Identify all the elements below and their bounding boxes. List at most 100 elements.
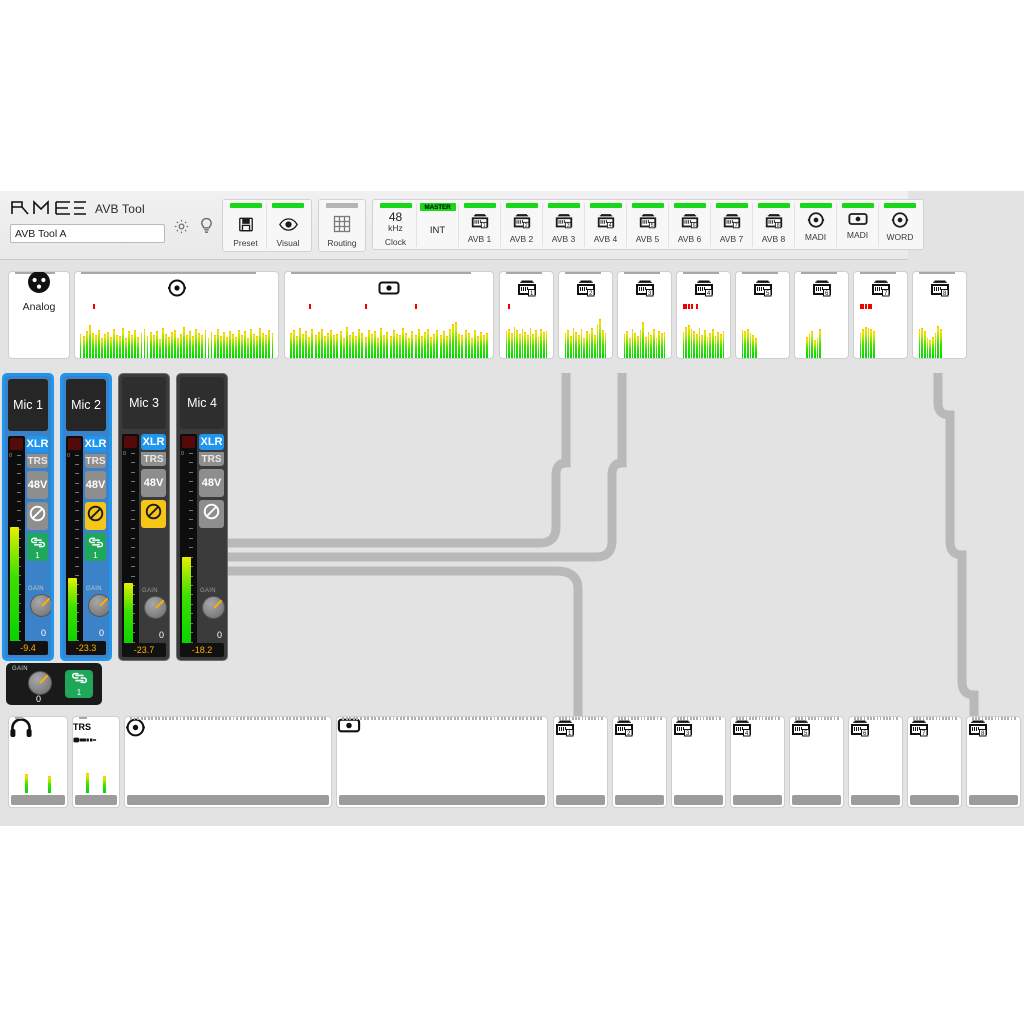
- meter-bar: [806, 337, 808, 358]
- port-avb-4[interactable]: 4 AVB 4: [585, 203, 627, 247]
- avb-5-output-panel[interactable]: 5: [789, 716, 844, 808]
- gain-knob[interactable]: [88, 594, 111, 617]
- meter-bar: [814, 340, 816, 358]
- mic-strip-2[interactable]: Mic 2 0 XLR TRS 48V: [60, 373, 112, 661]
- scale-tick: [131, 500, 135, 501]
- slot-marker: [916, 717, 918, 720]
- avb-6-output-panel[interactable]: 6: [848, 716, 903, 808]
- gain-knob[interactable]: [28, 671, 52, 695]
- avb-1-output-panel[interactable]: 1: [553, 716, 608, 808]
- port-word-clock[interactable]: WORD: [879, 203, 921, 247]
- phase-invert-button[interactable]: [85, 502, 106, 530]
- input-mode-toggle[interactable]: XLR TRS: [27, 436, 48, 468]
- visual-button[interactable]: Visual: [267, 203, 309, 249]
- preset-button[interactable]: Preset: [225, 203, 267, 249]
- scale-tick: [189, 472, 193, 473]
- phones-output-panel[interactable]: [8, 716, 68, 808]
- meter-bar: [452, 324, 454, 359]
- mic-level-meter: 0: [122, 434, 139, 657]
- mic-name-button[interactable]: Mic 1: [8, 379, 48, 431]
- gain-control[interactable]: GAIN 0: [141, 588, 166, 640]
- port-avb-6[interactable]: 6 AVB 6: [669, 203, 711, 247]
- port-label: AVB 8: [762, 234, 785, 244]
- avb-8-output-panel[interactable]: 8: [966, 716, 1021, 808]
- gain-control[interactable]: GAIN 0: [199, 588, 224, 640]
- port-avb-8[interactable]: 8 AVB 8: [753, 203, 795, 247]
- phantom-power-button[interactable]: 48V: [27, 471, 48, 499]
- settings-icon[interactable]: [171, 215, 191, 237]
- routing-led: [326, 203, 358, 208]
- routing-button[interactable]: Routing: [321, 203, 363, 249]
- meter-bar: [186, 335, 188, 358]
- avb-8-input-panel[interactable]: 8: [912, 271, 967, 359]
- port-madi-optical[interactable]: MADI: [837, 203, 879, 247]
- gain-knob[interactable]: [144, 596, 167, 619]
- mic-strip-4[interactable]: Mic 4 0 XLR TRS 48V: [176, 373, 228, 661]
- mic-name-button[interactable]: Mic 2: [66, 379, 106, 431]
- gain-knob[interactable]: [202, 596, 225, 619]
- mic-strip-1[interactable]: Mic 1 0 XLR TRS 48V: [2, 373, 54, 661]
- clock-source-cell[interactable]: MASTER INT: [417, 203, 459, 247]
- link-group-pod[interactable]: GAIN 0 1: [6, 663, 102, 705]
- port-avb-7[interactable]: 7 AVB 7: [711, 203, 753, 247]
- port-avb-1[interactable]: 1 AVB 1: [459, 203, 501, 247]
- meter-bar: [396, 334, 398, 358]
- port-avb-5[interactable]: 5 AVB 5: [627, 203, 669, 247]
- input-mode-toggle[interactable]: XLR TRS: [141, 434, 166, 466]
- mic-name-button[interactable]: Mic 4: [180, 377, 224, 429]
- avb-2-output-panel[interactable]: 2: [612, 716, 667, 808]
- phantom-power-button[interactable]: 48V: [199, 469, 224, 497]
- avb-7-output-panel[interactable]: 7: [907, 716, 962, 808]
- analog-inputs-tab[interactable]: Analog: [8, 271, 70, 359]
- avb-1-input-panel[interactable]: 1: [499, 271, 554, 359]
- phantom-power-button[interactable]: 48V: [141, 469, 166, 497]
- madi-coax-output-panel[interactable]: [124, 716, 332, 808]
- phantom-power-button[interactable]: 48V: [85, 471, 106, 499]
- avb-4-input-panel[interactable]: 4: [676, 271, 731, 359]
- link-group-button[interactable]: 1: [65, 670, 93, 698]
- trs-output-panel[interactable]: TRS: [72, 716, 120, 808]
- slot-marker: [821, 717, 823, 720]
- meter-bar: [352, 332, 354, 358]
- clock-rate-cell[interactable]: 48 kHz Clock: [375, 203, 417, 247]
- meter-bar: [723, 331, 725, 358]
- slot-marker: [475, 717, 477, 720]
- gain-knob[interactable]: [30, 594, 53, 617]
- lightbulb-icon[interactable]: [196, 215, 216, 237]
- link-group-button[interactable]: 1: [27, 533, 48, 561]
- slot-marker: [808, 717, 810, 720]
- madi-coax-input-panel[interactable]: [74, 271, 279, 359]
- input-mode-toggle[interactable]: XLR TRS: [85, 436, 106, 468]
- port-madi-coax[interactable]: MADI: [795, 203, 837, 247]
- mic-name-button[interactable]: Mic 3: [122, 377, 166, 429]
- slot-marker: [811, 717, 813, 720]
- port-avb-3[interactable]: 3 AVB 3: [543, 203, 585, 247]
- avb-5-input-panel[interactable]: 5: [735, 271, 790, 359]
- phase-invert-button[interactable]: [27, 502, 48, 530]
- avb-6-input-panel[interactable]: 6: [794, 271, 849, 359]
- madi-optical-input-panel[interactable]: [284, 271, 494, 359]
- slot-marker: [985, 717, 987, 720]
- phase-invert-button[interactable]: [141, 500, 166, 528]
- scale-tick: [131, 491, 135, 492]
- mic-strip-3[interactable]: Mic 3 0 XLR TRS 48V: [118, 373, 170, 661]
- device-name-input[interactable]: [10, 224, 165, 243]
- avb-2-input-panel[interactable]: 2: [558, 271, 613, 359]
- input-mode-xlr-label: XLR: [27, 438, 49, 450]
- port-avb-2[interactable]: 2 AVB 2: [501, 203, 543, 247]
- gain-control[interactable]: GAIN 0: [27, 586, 48, 638]
- slot-marker: [447, 717, 449, 720]
- madi-optical-output-panel[interactable]: [336, 716, 548, 808]
- avb-7-input-panel[interactable]: 7: [853, 271, 908, 359]
- xlr-connector-icon: [27, 271, 51, 294]
- gain-control[interactable]: GAIN 0: [85, 586, 106, 638]
- input-mode-xlr-label: XLR: [143, 436, 165, 448]
- phase-invert-button[interactable]: [199, 500, 224, 528]
- input-mode-toggle[interactable]: XLR TRS: [199, 434, 224, 466]
- avb-3-input-panel[interactable]: 3: [617, 271, 672, 359]
- clock-freq: 48: [389, 211, 402, 223]
- link-group-button[interactable]: 1: [85, 533, 106, 561]
- avb-3-output-panel[interactable]: 3: [671, 716, 726, 808]
- slot-marker: [975, 717, 977, 720]
- avb-4-output-panel[interactable]: 4: [730, 716, 785, 808]
